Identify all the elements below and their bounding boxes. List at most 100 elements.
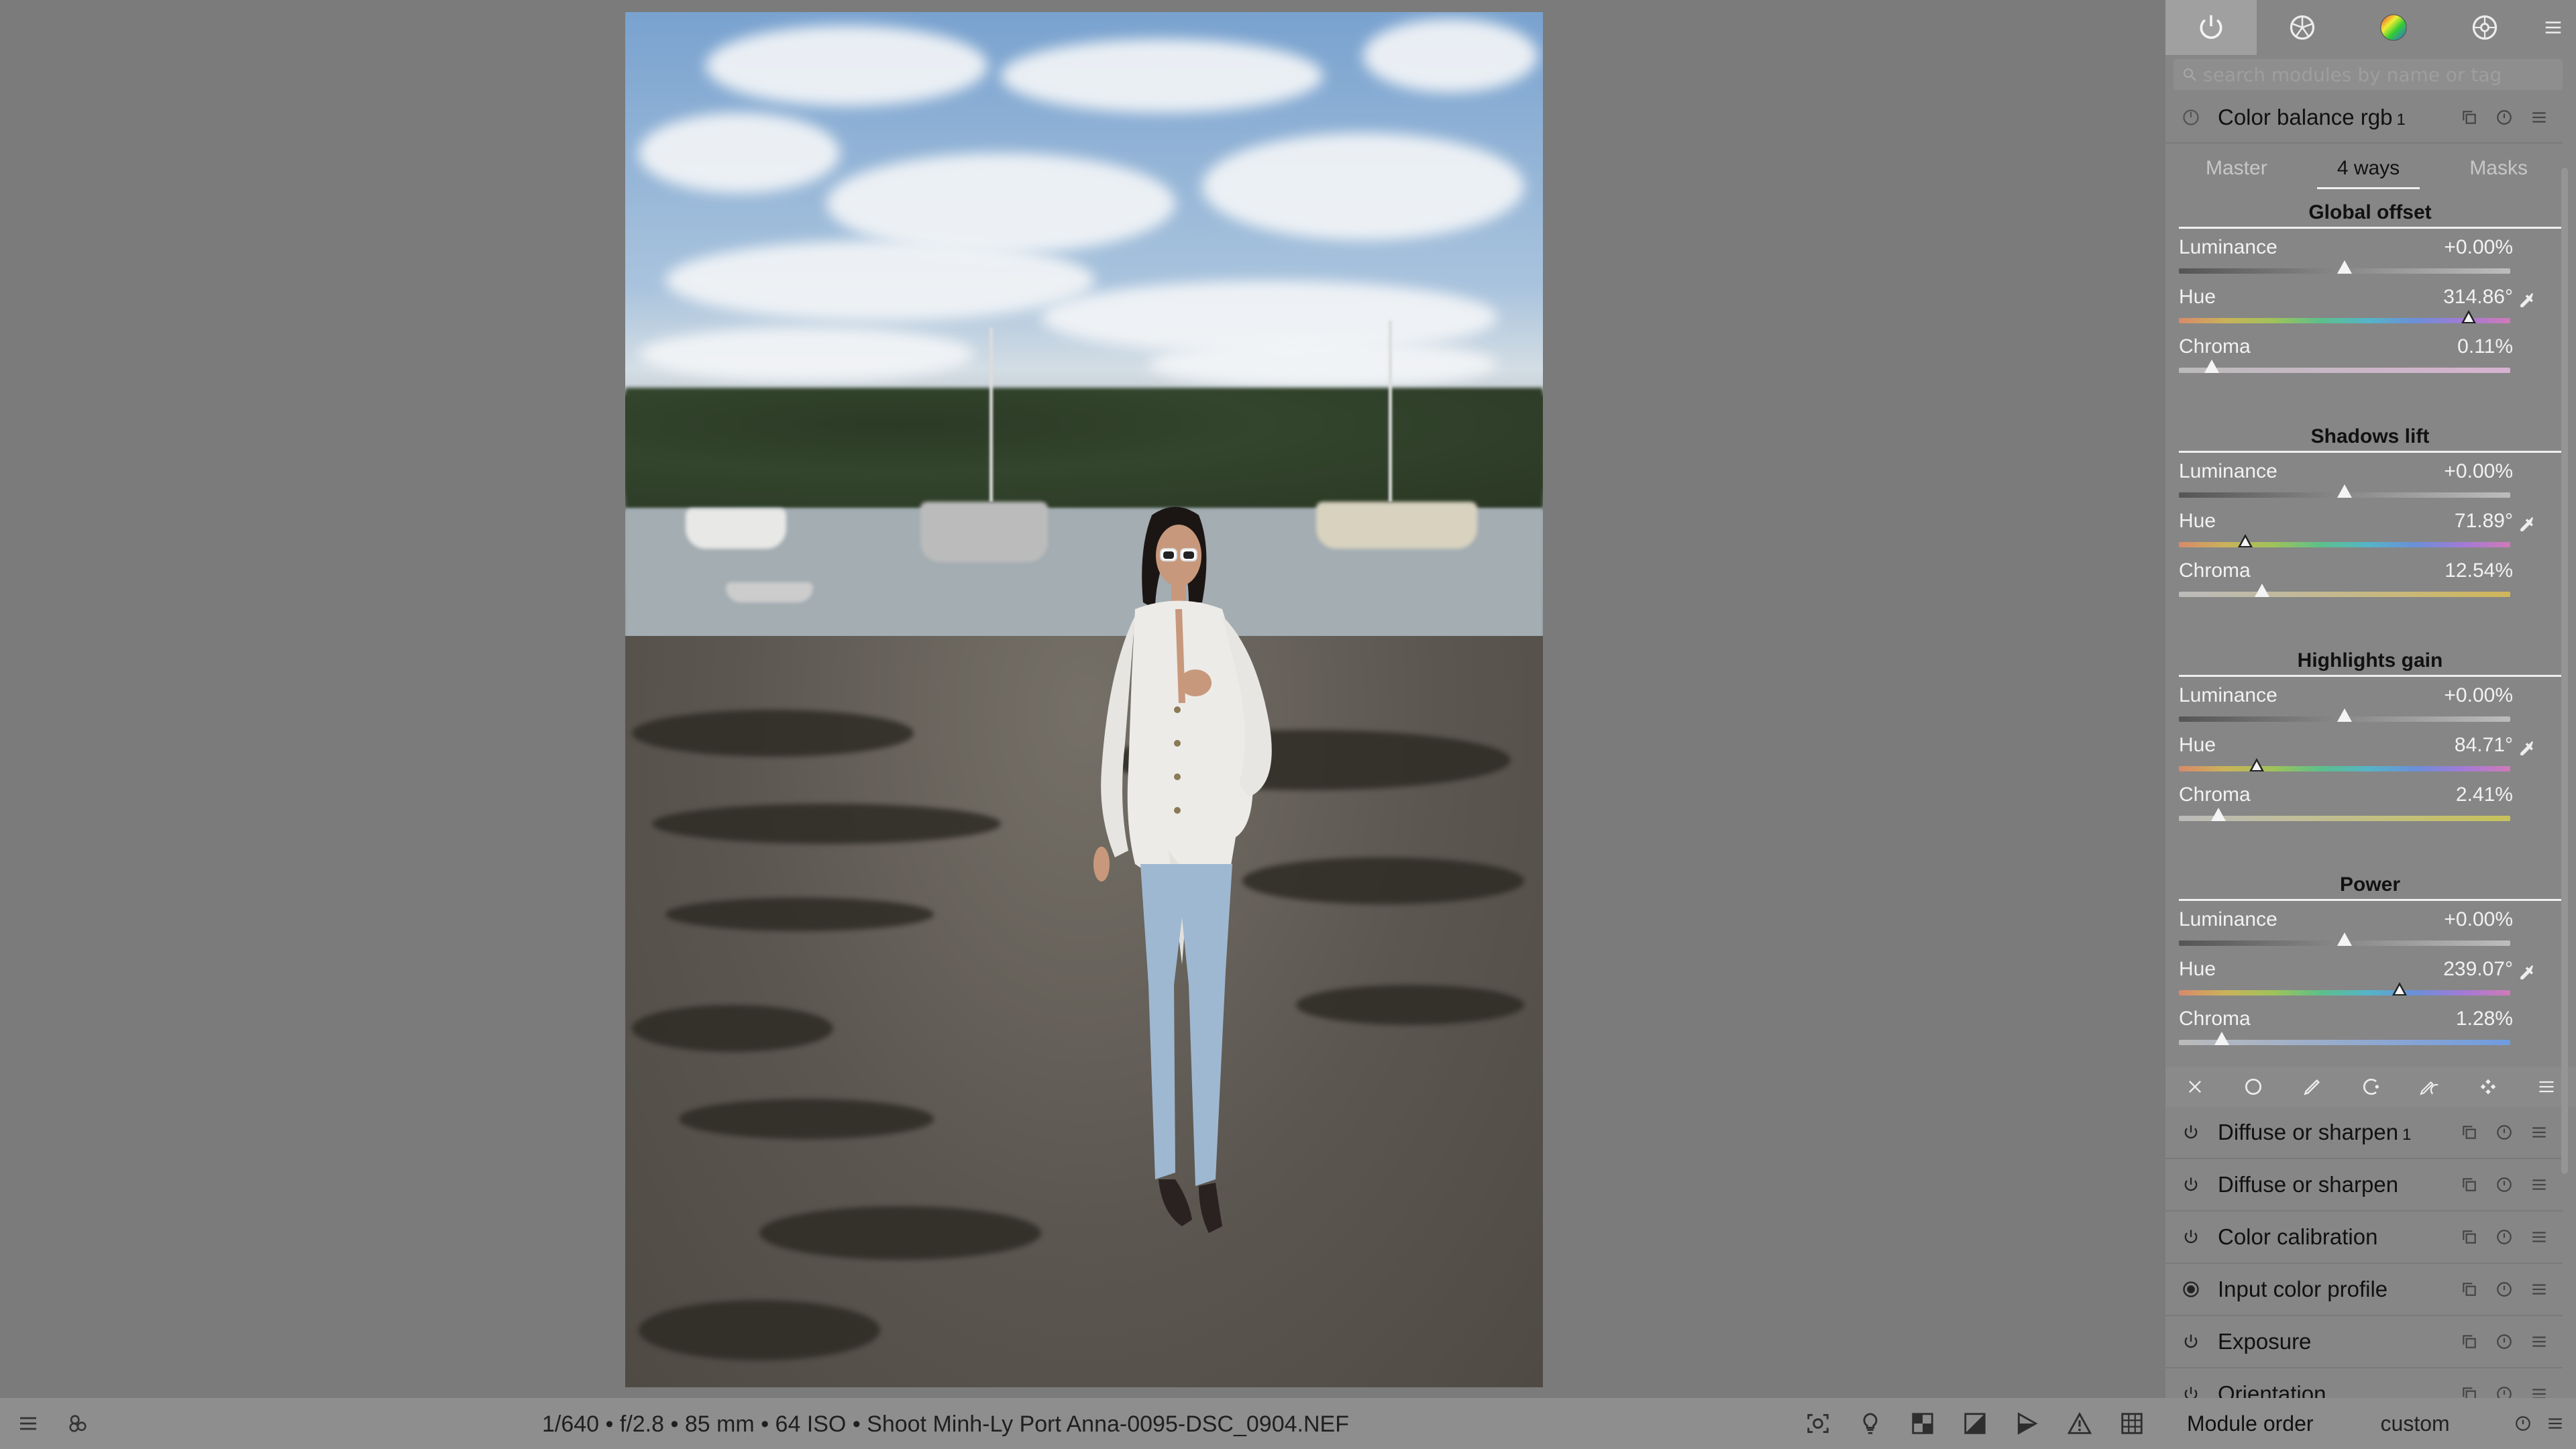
reset-button[interactable] [2494,1175,2514,1195]
module-presets-button[interactable] [2529,1122,2549,1142]
slider-track[interactable] [2179,318,2510,323]
module-order-value[interactable]: custom [2381,1411,2512,1436]
color-assessment-button[interactable] [1857,1410,1884,1437]
module-power-toggle[interactable] [2180,1226,2202,1248]
multi-instance-button[interactable] [2459,1332,2479,1352]
tab-effect-modules[interactable] [2439,0,2530,55]
module-power-toggle[interactable] [2180,1174,2202,1195]
tab-active-modules[interactable] [2165,0,2257,55]
color-picker-button[interactable] [2514,961,2538,985]
blending-menu-button[interactable] [2533,1073,2560,1100]
hamburger-icon [2532,112,2546,123]
reset-button[interactable] [2494,1227,2514,1247]
module-header[interactable]: Exposure [2165,1316,2563,1368]
slider-hue[interactable]: Hue 84.71° [2179,734,2514,778]
presets-menu-button[interactable] [2530,0,2576,55]
module-header[interactable]: Color calibration [2165,1212,2563,1264]
brush-mask-button[interactable] [2299,1073,2326,1100]
module-power-toggle[interactable] [2180,107,2202,128]
slider-luminance[interactable]: Luminance +0.00% [2179,684,2514,729]
slider-chroma[interactable]: Chroma 1.28% [2179,1008,2514,1052]
reset-button[interactable] [2494,1332,2514,1352]
slider-handle[interactable] [2392,982,2407,996]
multi-instance-button[interactable] [2459,1175,2479,1195]
slider-handle[interactable] [2204,360,2220,373]
menu-button[interactable] [15,1410,42,1437]
tab-color-modules[interactable] [2348,0,2439,55]
slider-handle[interactable] [2237,534,2253,547]
module-order-presets-button[interactable] [2544,1412,2567,1435]
slider-hue[interactable]: Hue 314.86° [2179,286,2514,330]
color-picker-button[interactable] [2514,288,2538,313]
slider-handle[interactable] [2214,1032,2230,1045]
slider-handle[interactable] [2249,758,2265,771]
module-header[interactable]: Input color profile [2165,1264,2563,1316]
slider-hue[interactable]: Hue 71.89° [2179,510,2514,554]
slider-luminance[interactable]: Luminance +0.00% [2179,460,2514,504]
module-header[interactable]: Diffuse or sharpen 1 [2165,1107,2563,1159]
slider-luminance[interactable]: Luminance +0.00% [2179,236,2514,280]
color-picker-button[interactable] [2514,737,2538,761]
multi-instance-button[interactable] [2459,1122,2479,1142]
slider-handle[interactable] [2337,484,2352,498]
reset-icon [2497,1125,2512,1140]
slider-track[interactable] [2179,592,2510,597]
color-picker-button[interactable] [2514,513,2538,537]
slider-hue[interactable]: Hue 239.07° [2179,958,2514,1002]
reset-button[interactable] [2494,1279,2514,1299]
slider-track[interactable] [2179,542,2510,547]
module-presets-button[interactable] [2529,107,2549,127]
slider-track[interactable] [2179,766,2510,771]
clipping-button[interactable] [1962,1410,1988,1437]
subtab-4-ways[interactable]: 4 ways [2316,148,2420,189]
slider-handle[interactable] [2337,260,2352,274]
softproof-button[interactable] [2014,1410,2041,1437]
panel-scrollbar[interactable] [2561,168,2568,1174]
module-power-toggle[interactable] [2180,1122,2202,1143]
module-presets-button[interactable] [2529,1279,2549,1299]
module-name: Exposure [2218,1329,2312,1354]
module-presets-button[interactable] [2529,1227,2549,1247]
slider-track[interactable] [2179,368,2510,373]
image-canvas[interactable] [625,12,1543,1387]
module-order-reset-button[interactable] [2512,1412,2534,1435]
parametric-mask-button[interactable] [2357,1073,2384,1100]
slider-handle[interactable] [2211,808,2226,821]
gamut-check-button[interactable] [2066,1410,2093,1437]
focus-peaking-button[interactable] [1805,1410,1831,1437]
slider-track[interactable] [2179,990,2510,996]
subtab-master[interactable]: Master [2186,148,2288,189]
module-header-color-balance-rgb[interactable]: Color balance rgb 1 [2165,93,2563,144]
slider-chroma[interactable]: Chroma 0.11% [2179,335,2514,380]
guides-button[interactable] [2118,1410,2145,1437]
module-search-input[interactable]: search modules by name or tag [2174,59,2563,90]
mask-off-button[interactable] [2182,1073,2208,1100]
slider-luminance[interactable]: Luminance +0.00% [2179,908,2514,953]
slider-handle[interactable] [2461,310,2477,323]
slider-chroma[interactable]: Chroma 12.54% [2179,559,2514,604]
slider-value: 314.86° [2443,286,2513,308]
subtab-masks[interactable]: Masks [2449,148,2548,189]
module-power-toggle[interactable] [2180,1279,2202,1300]
slider-handle[interactable] [2337,708,2352,722]
reset-button[interactable] [2494,1122,2514,1142]
module-header[interactable]: Diffuse or sharpen [2165,1159,2563,1212]
multi-instance-button[interactable] [2459,1279,2479,1299]
module-power-toggle[interactable] [2180,1331,2202,1352]
raw-overexposed-button[interactable] [1909,1410,1936,1437]
module-presets-button[interactable] [2529,1332,2549,1352]
color-wheel-icon [2380,14,2407,41]
combined-mask-button[interactable] [2416,1073,2443,1100]
slider-handle[interactable] [2337,932,2352,946]
tab-base-modules[interactable] [2257,0,2348,55]
slider-handle[interactable] [2254,584,2269,597]
slider-track[interactable] [2179,816,2510,821]
module-presets-button[interactable] [2529,1175,2549,1195]
reset-button[interactable] [2494,107,2514,127]
drawn-mask-button[interactable] [2240,1073,2267,1100]
multi-instance-button[interactable] [2459,1227,2479,1247]
styles-button[interactable] [64,1410,91,1437]
multi-instance-button[interactable] [2459,107,2479,127]
slider-chroma[interactable]: Chroma 2.41% [2179,784,2514,828]
raster-mask-button[interactable] [2475,1073,2502,1100]
